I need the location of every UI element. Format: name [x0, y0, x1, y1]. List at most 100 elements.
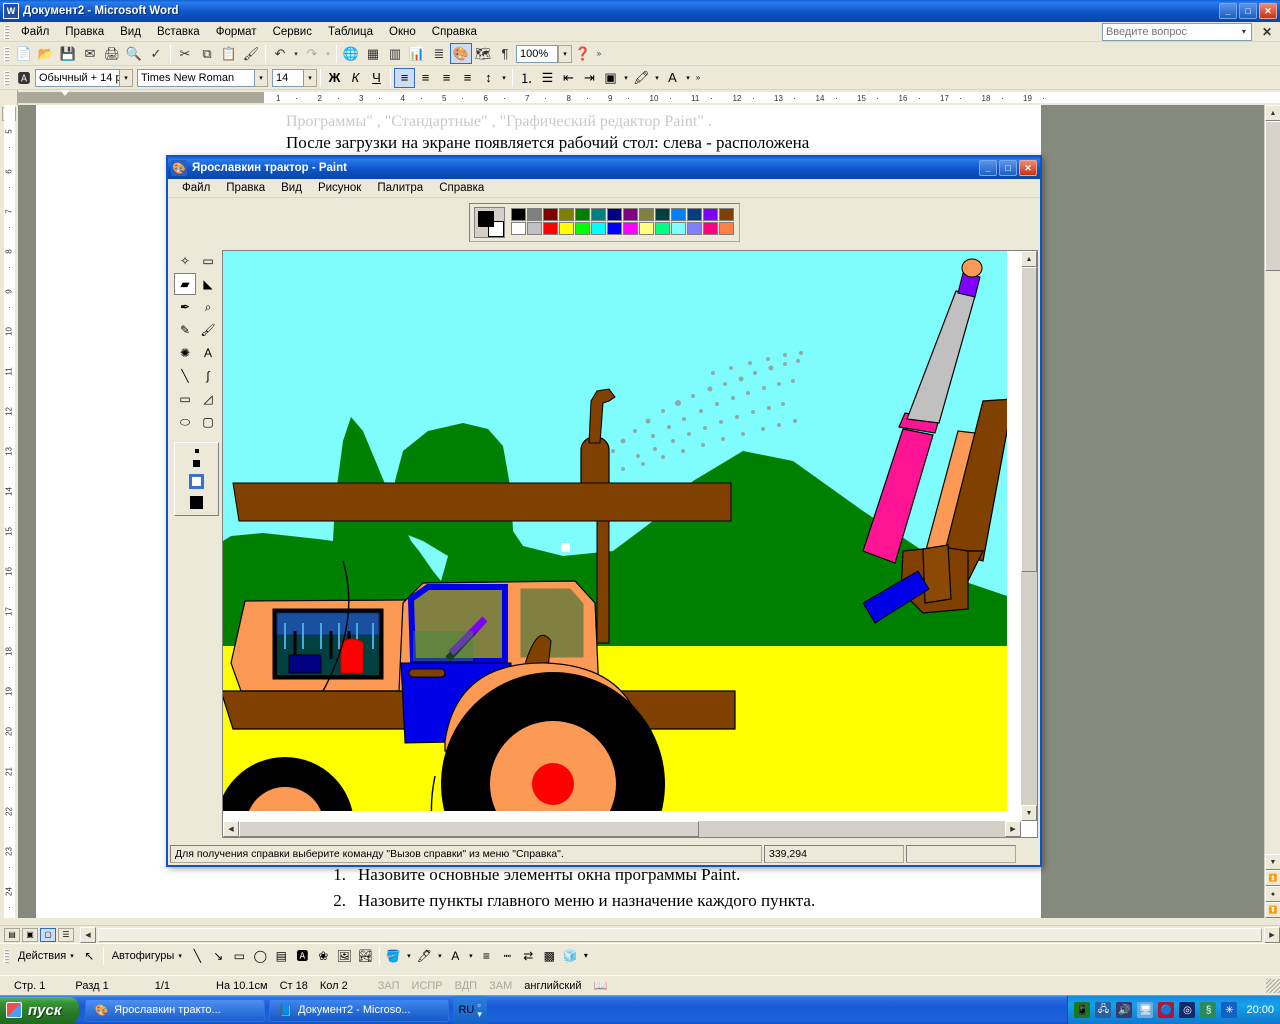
palette-swatch[interactable] [607, 208, 622, 221]
line-color-dropdown-icon[interactable]: ▾ [435, 946, 445, 966]
outline-view-button[interactable]: ☰ [58, 928, 74, 942]
word-menu-edit[interactable]: Правка [57, 24, 112, 40]
toolbar-overflow-icon[interactable]: » [594, 43, 604, 64]
scroll-down-icon[interactable]: ▼ [1265, 854, 1280, 870]
format-painter-icon[interactable]: 🖌 [240, 43, 262, 64]
align-justify-button[interactable]: ≡ [457, 68, 478, 88]
align-left-button[interactable]: ≡ [394, 68, 415, 88]
insert-picture-icon[interactable]: 🏞 [355, 946, 376, 966]
style-dropdown-icon[interactable]: ▾ [120, 69, 133, 87]
free-form-select-tool[interactable]: ✧ [174, 250, 196, 272]
paint-menu-colors[interactable]: Палитра [369, 181, 431, 195]
line-spacing-button[interactable]: ↕ [478, 68, 499, 88]
eraser-size-largest[interactable] [190, 496, 203, 509]
fill-color-icon[interactable]: 🪣 [383, 946, 404, 966]
numbered-list-button[interactable]: ⒈ [516, 68, 537, 88]
font-combobox[interactable]: Times New Roman [137, 69, 255, 87]
palette-swatch[interactable] [607, 222, 622, 235]
system-clock[interactable]: 20:00 [1242, 1004, 1274, 1016]
paint-menu-file[interactable]: Файл [174, 181, 218, 195]
draw-actions-menu[interactable]: Действия ▾ [13, 946, 79, 966]
bold-button[interactable]: Ж [324, 68, 345, 88]
rectangle-tool[interactable]: ▭ [174, 388, 196, 410]
resize-grip[interactable] [1266, 979, 1280, 993]
font-color-dropdown-icon[interactable]: ▾ [683, 68, 693, 88]
palette-swatch[interactable] [559, 208, 574, 221]
text-tool[interactable]: A [197, 342, 219, 364]
network-icon[interactable]: 🖧 [1095, 1002, 1111, 1018]
align-center-button[interactable]: ≡ [415, 68, 436, 88]
palette-swatch[interactable] [511, 208, 526, 221]
canvas-vertical-scrollbar[interactable]: ▲ ▼ [1021, 251, 1037, 821]
highlight-button[interactable]: 🖍 [631, 68, 652, 88]
eraser-size-small[interactable] [195, 449, 199, 453]
rectangle-icon[interactable]: ▭ [229, 946, 250, 966]
magnifier-tool[interactable]: ⌕ [197, 296, 219, 318]
airbrush-tool[interactable]: ✺ [174, 342, 196, 364]
status-trk[interactable]: ИСПР [406, 980, 449, 992]
display-icon[interactable]: 🖥 [1137, 1002, 1153, 1018]
print-icon[interactable]: 🖨 [101, 43, 123, 64]
font-size-combobox[interactable]: 14 [272, 69, 304, 87]
polygon-tool[interactable]: ◿ [197, 388, 219, 410]
next-page-icon[interactable]: ⏬ [1265, 902, 1280, 918]
close-icon[interactable]: ✕ [1258, 25, 1276, 39]
palette-swatch[interactable] [591, 222, 606, 235]
scroll-up-icon[interactable]: ▲ [1265, 105, 1280, 121]
insert-hyperlink-icon[interactable]: 🌐 [340, 43, 362, 64]
language-bar-handle-icon[interactable]: ▫▾ [477, 1001, 482, 1019]
palette-swatch[interactable] [543, 208, 558, 221]
status-ext[interactable]: ВДП [449, 980, 483, 992]
taskbar-item-word[interactable]: 📘 Документ2 - Microso... [269, 999, 449, 1022]
word-menu-tools[interactable]: Сервис [265, 24, 320, 40]
scrollbar-thumb[interactable] [1265, 121, 1280, 271]
word-minimize-button[interactable]: _ [1219, 3, 1237, 19]
language-indicator[interactable]: RU [458, 1004, 474, 1016]
word-menu-insert[interactable]: Вставка [149, 24, 208, 40]
toolbar-grip-handle[interactable] [4, 949, 9, 963]
scroll-down-icon[interactable]: ▼ [1021, 805, 1037, 821]
scroll-right-icon[interactable]: ▶ [1264, 927, 1280, 943]
select-browse-object-icon[interactable]: ● [1265, 886, 1280, 902]
palette-swatch[interactable] [703, 222, 718, 235]
document-map-icon[interactable]: 🗺 [472, 43, 494, 64]
bluetooth-icon[interactable]: 🔵 [1158, 1002, 1174, 1018]
toolbar-grip-handle[interactable] [4, 47, 9, 61]
paint-menu-edit[interactable]: Правка [218, 181, 273, 195]
palette-swatch[interactable] [671, 222, 686, 235]
word-menu-format[interactable]: Формат [208, 24, 265, 40]
open-folder-icon[interactable]: 📂 [35, 43, 57, 64]
document-vertical-scrollbar[interactable]: ▲ ▼ ⏫ ● ⏬ [1264, 105, 1280, 918]
toolbar-overflow-icon[interactable]: ▾ [581, 946, 591, 966]
align-right-button[interactable]: ≡ [436, 68, 457, 88]
select-objects-arrow-icon[interactable]: ↖ [79, 946, 100, 966]
palette-swatch[interactable] [623, 222, 638, 235]
palette-swatch[interactable] [687, 222, 702, 235]
diagram-icon[interactable]: ❀ [313, 946, 334, 966]
palette-swatch[interactable] [639, 208, 654, 221]
email-icon[interactable]: ✉ [79, 43, 101, 64]
paint-canvas-area[interactable]: ▲ ▼ ◀ ▶ [222, 250, 1038, 838]
wordart-icon[interactable]: 🅰 [292, 946, 313, 966]
normal-view-button[interactable]: ▤ [4, 928, 20, 942]
cut-scissors-icon[interactable]: ✂ [174, 43, 196, 64]
redo-icon[interactable]: ↷ [301, 43, 323, 64]
bluetooth2-icon[interactable]: ✳ [1221, 1002, 1237, 1018]
ask-a-question-input[interactable] [1102, 23, 1252, 41]
dash-style-icon[interactable]: ┉ [497, 946, 518, 966]
tool-grid[interactable]: ✧▭▰◣✒⌕✎🖌✺A╲∫▭◿⬭▢ [174, 250, 220, 434]
taskbar-item-paint[interactable]: 🎨 Ярославкин тракто... [85, 999, 265, 1022]
shadow-style-icon[interactable]: ▩ [539, 946, 560, 966]
font-color-button[interactable]: A [662, 68, 683, 88]
decrease-indent-button[interactable]: ⇤ [558, 68, 579, 88]
palette-swatch[interactable] [655, 208, 670, 221]
eraser-size-medium[interactable] [193, 460, 200, 467]
palette-swatch[interactable] [575, 208, 590, 221]
eraser-size-large-selected[interactable] [189, 474, 204, 489]
font-color-dropdown-icon[interactable]: ▾ [466, 946, 476, 966]
ellipse-tool[interactable]: ⬭ [174, 411, 196, 433]
line-icon[interactable]: ╲ [187, 946, 208, 966]
redo-dropdown-icon[interactable]: ▾ [323, 43, 333, 64]
word-menu-window[interactable]: Окно [381, 24, 424, 40]
chevron-down-icon[interactable]: ▾ [1238, 27, 1250, 36]
